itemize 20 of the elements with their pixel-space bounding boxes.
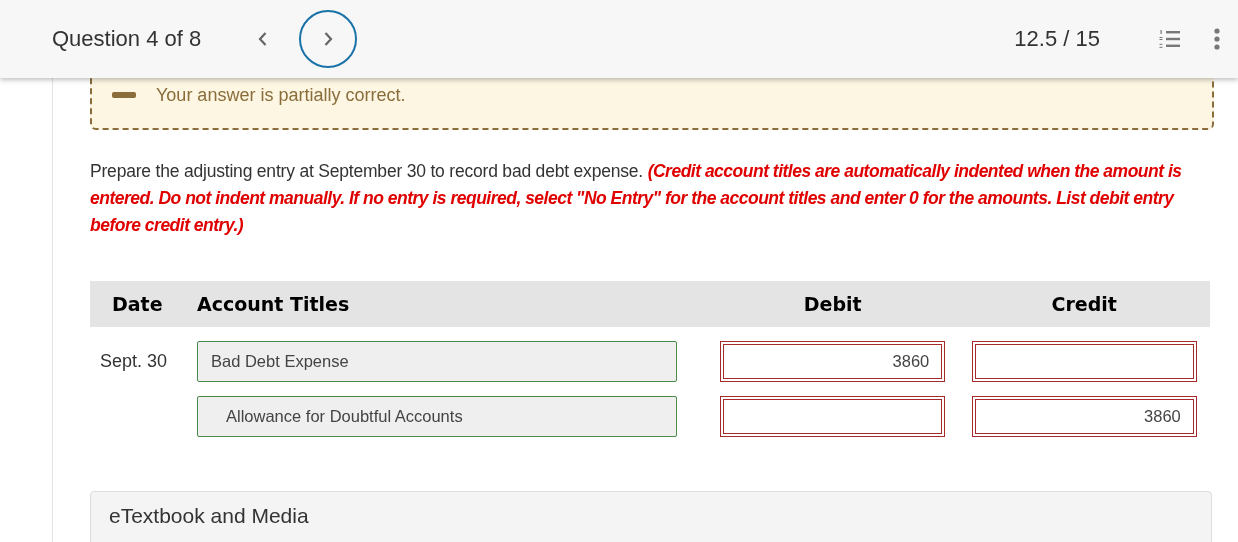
resources-title[interactable]: eTextbook and Media (109, 504, 309, 527)
debit-field[interactable]: 3860 (720, 341, 946, 382)
chevron-right-icon (323, 32, 333, 46)
question-counter: Question 4 of 8 (52, 26, 202, 52)
date-cell: Sept. 30 (100, 351, 168, 371)
credit-field[interactable] (971, 341, 1197, 382)
column-header: Debit (802, 293, 863, 315)
partial-icon (112, 92, 136, 98)
account-title-field[interactable]: Bad Debt Expense (197, 341, 677, 382)
score: 12.5 / 15 (1014, 26, 1100, 52)
column-header: Date (111, 293, 164, 315)
question-text: Prepare the adjusting entry at September 30 to record bad debt expense. (Credit account titles are automatically indented when the amount is entered. Do not indent manually. If no entry is required, select "No Entry" for the account titles and enter 0 for the amounts. List debit entry before credit entry.) (90, 160, 1183, 237)
column-header: Account Titles (197, 293, 351, 315)
next-button[interactable] (299, 10, 358, 68)
account-title-field[interactable]: Allowance for Doubtful Accounts (197, 396, 677, 437)
chevron-left-icon (257, 32, 267, 46)
credit-field[interactable]: 3860 (971, 396, 1197, 437)
column-header: Credit (1050, 293, 1118, 315)
debit-field[interactable] (720, 396, 946, 437)
feedback-message: Your answer is partially correct. (156, 85, 406, 106)
